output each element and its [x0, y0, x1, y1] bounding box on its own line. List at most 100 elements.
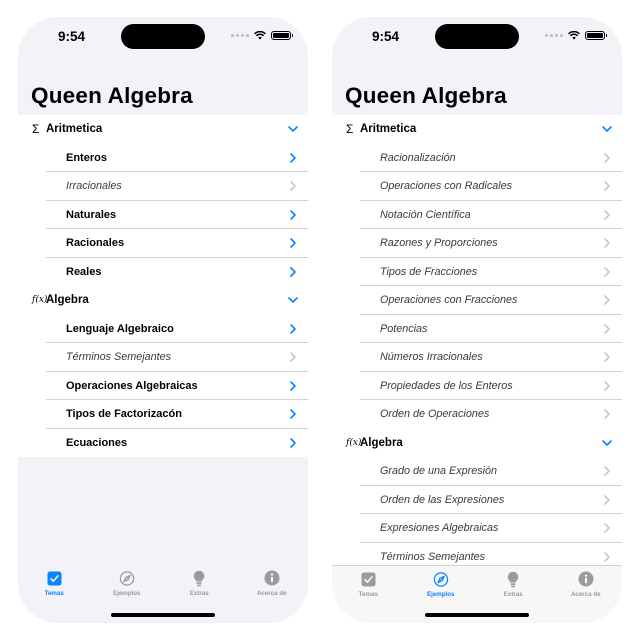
list-item[interactable]: Enteros: [18, 144, 308, 173]
list-item[interactable]: Irracionales: [18, 172, 308, 201]
list-item[interactable]: Operaciones Algebraicas: [18, 372, 308, 401]
chevron-right-icon: [278, 323, 308, 334]
folder-icon: [18, 266, 46, 277]
chevron-right-icon: [592, 295, 622, 306]
list-item[interactable]: Reales: [18, 258, 308, 287]
tab-acerca-de[interactable]: Acerca de: [242, 570, 302, 623]
chevron-right-icon: [278, 152, 308, 163]
list-item[interactable]: Propiedades de los Enteros: [332, 372, 622, 401]
doc-icon: [332, 408, 360, 420]
lightbulb-icon: [505, 571, 521, 587]
list-item-label: Números Irracionales: [380, 351, 483, 364]
list-item-label: Orden de las Expresiones: [380, 493, 505, 506]
doc-icon: [332, 494, 360, 506]
chevron-right-icon: [592, 266, 622, 277]
chevron-right-icon: [278, 266, 308, 277]
list-item-label: Operaciones Algebraicas: [66, 379, 198, 392]
list-item-label: Tipos de Factorizacón: [66, 408, 182, 421]
function-icon: f(x): [32, 295, 48, 306]
folder-icon: [18, 152, 46, 163]
folder-icon: [18, 323, 46, 334]
list-item[interactable]: Números Irracionales: [332, 343, 622, 372]
folder-icon: [18, 437, 46, 448]
battery-icon: [585, 31, 607, 40]
tab-temas[interactable]: Temas: [338, 571, 398, 623]
list-item[interactable]: Términos Semejantes: [18, 343, 308, 372]
list-item-label: Potencias: [380, 322, 428, 335]
list-item-label: Operaciones con Radicales: [380, 180, 513, 193]
folder-icon: [18, 380, 46, 391]
home-indicator: [111, 613, 215, 617]
chevron-right-icon: [592, 323, 622, 334]
tab-label: Acerca de: [570, 591, 601, 598]
sigma-icon: Σ: [32, 122, 40, 137]
list-item-label: Ecuaciones: [66, 436, 128, 449]
section-header-algebra[interactable]: f(x) Algebra: [332, 429, 622, 458]
list-item-label: Tipos de Fracciones: [380, 265, 478, 278]
tab-label: Ejemplos: [112, 590, 141, 597]
tab-acerca-de[interactable]: Acerca de: [556, 571, 616, 623]
list-item-label: Propiedades de los Enteros: [380, 379, 513, 392]
chevron-right-icon: [592, 409, 622, 420]
list-item[interactable]: Expresiones Algebraicas: [332, 514, 622, 543]
list-item[interactable]: Operaciones con Radicales: [332, 172, 622, 201]
chevron-right-icon: [278, 181, 308, 192]
list-item[interactable]: Grado de una Expresión: [332, 457, 622, 486]
list-item[interactable]: Orden de las Expresiones: [332, 486, 622, 515]
list-item[interactable]: Racionalización: [332, 144, 622, 173]
list-item[interactable]: Ecuaciones: [18, 429, 308, 458]
tab-label: Extras: [189, 590, 209, 597]
doc-icon: [332, 152, 360, 164]
signal-icon: [231, 34, 249, 37]
list-item[interactable]: Naturales: [18, 201, 308, 230]
chevron-right-icon: [278, 352, 308, 363]
section-header-aritmetica[interactable]: Σ Aritmetica: [18, 115, 308, 144]
list-item[interactable]: Tipos de Factorizacón: [18, 400, 308, 429]
info-icon: [578, 571, 594, 587]
dynamic-island: [435, 24, 519, 49]
list-item[interactable]: Lenguaje Algebraico: [18, 315, 308, 344]
list-item[interactable]: Orden de Operaciones: [332, 400, 622, 429]
list-item[interactable]: Razones y Proporciones: [332, 229, 622, 258]
section-header-algebra[interactable]: f(x) Algebra: [18, 286, 308, 315]
list-item-label: Expresiones Algebraicas: [380, 522, 499, 535]
section-label: Aritmetica: [46, 123, 103, 136]
tab-temas[interactable]: Temas: [24, 570, 84, 623]
chevron-right-icon: [592, 466, 622, 477]
list-item-label: Reales: [66, 265, 102, 278]
list-item[interactable]: Operaciones con Fracciones: [332, 286, 622, 315]
list-item[interactable]: Potencias: [332, 315, 622, 344]
list-item-label: Lenguaje Algebraico: [66, 322, 174, 335]
tab-label: Temas: [44, 590, 64, 597]
list-item[interactable]: Racionales: [18, 229, 308, 258]
status-time: 9:54: [372, 29, 400, 44]
list-item[interactable]: Tipos de Fracciones: [332, 258, 622, 287]
tab-label: Temas: [358, 591, 378, 598]
chevron-down-icon: [592, 126, 622, 133]
chevron-right-icon: [592, 494, 622, 505]
list-item-label: Orden de Operaciones: [380, 408, 490, 421]
battery-icon: [271, 31, 293, 40]
status-icons: [231, 31, 293, 40]
sigma-icon: Σ: [346, 122, 354, 137]
status-time: 9:54: [58, 29, 86, 44]
section-header-aritmetica[interactable]: Σ Aritmetica: [332, 115, 622, 144]
function-icon: f(x): [346, 437, 362, 448]
wifi-icon: [568, 31, 580, 40]
checkbox-icon: [360, 571, 376, 587]
doc-icon: [332, 294, 360, 306]
chevron-right-icon: [278, 437, 308, 448]
chevron-right-icon: [278, 380, 308, 391]
compass-icon: [119, 570, 135, 586]
chevron-down-icon: [592, 439, 622, 446]
section-label: Algebra: [46, 294, 89, 307]
phone-screen-temas: 9:54 Queen Algebra Σ Aritmetica Enteros Irr…: [18, 17, 308, 623]
chevron-right-icon: [592, 523, 622, 534]
doc-icon: [332, 351, 360, 363]
chevron-right-icon: [592, 352, 622, 363]
list-item-label: Racionalización: [380, 151, 456, 164]
checkbox-icon: [46, 570, 62, 586]
list-item[interactable]: Notación Científica: [332, 201, 622, 230]
info-icon: [264, 570, 280, 586]
chevron-down-icon: [278, 297, 308, 304]
